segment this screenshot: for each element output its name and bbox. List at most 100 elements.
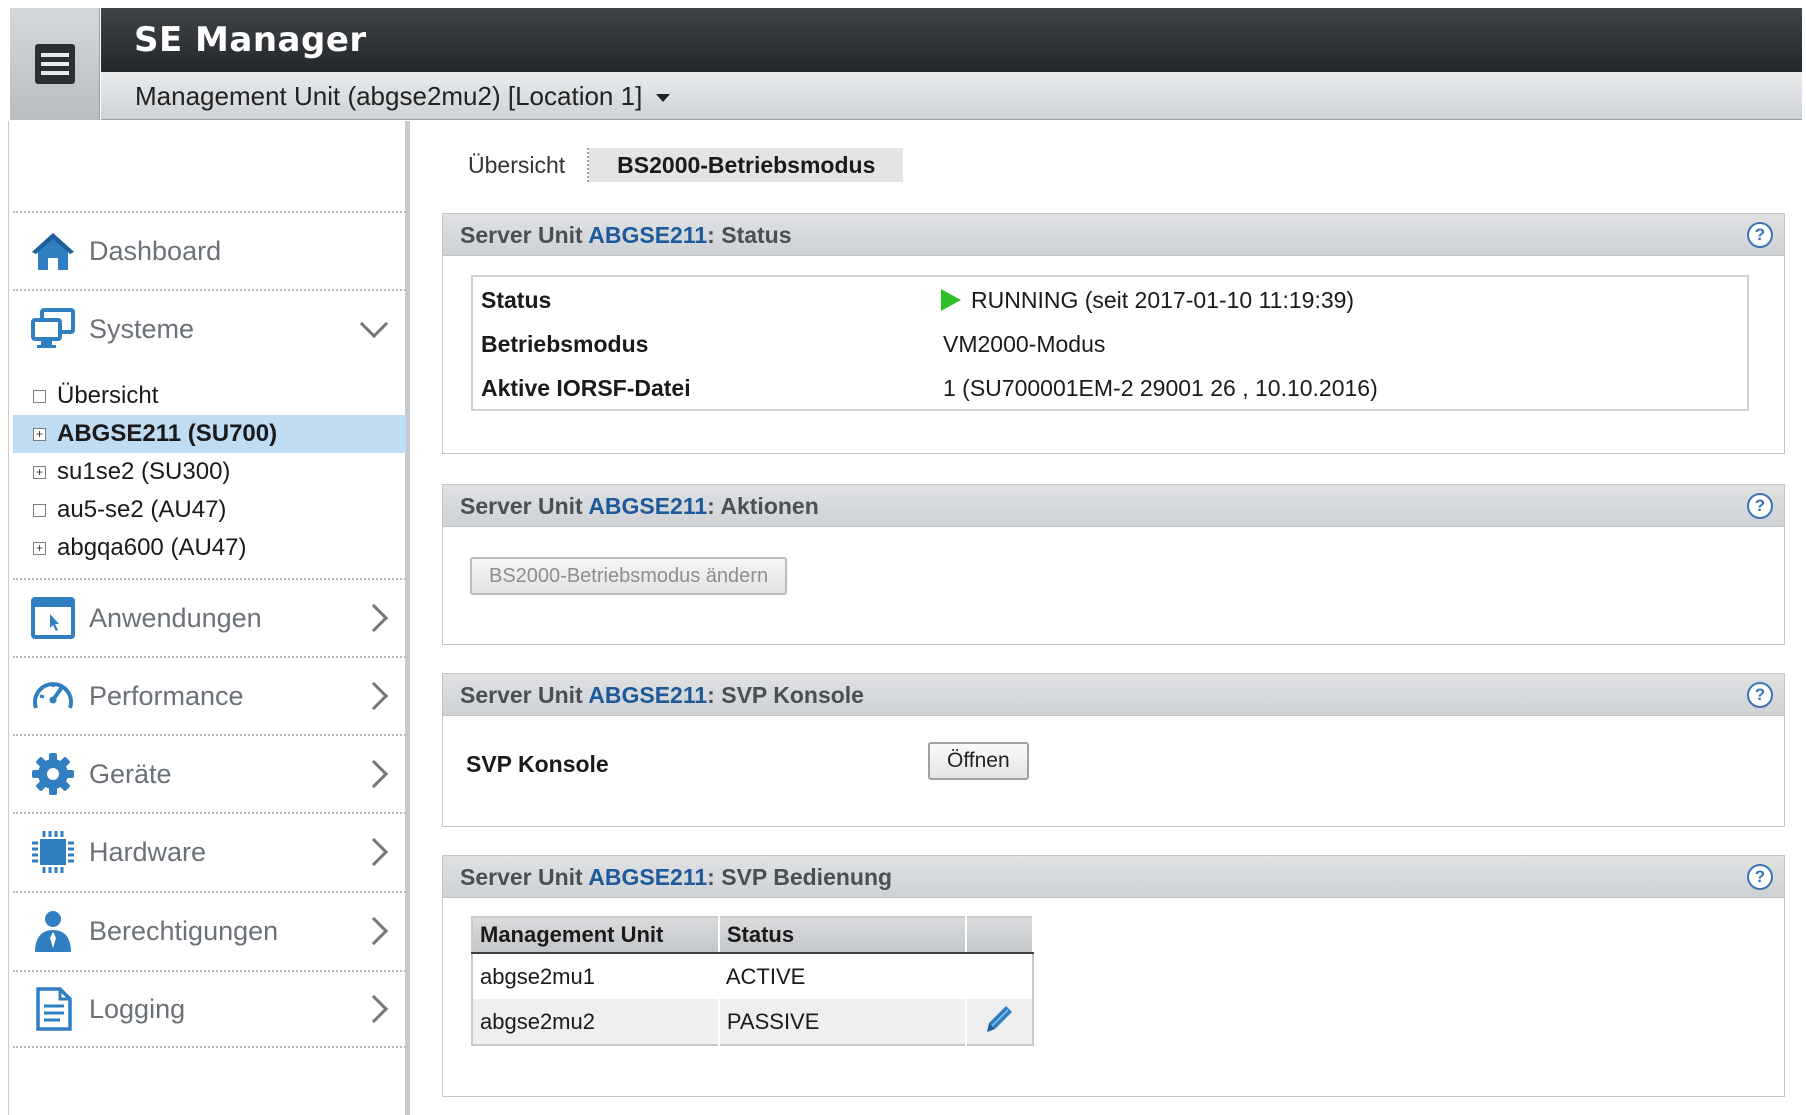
tree-node-icon [33, 389, 46, 403]
betriebsmodus-key: Betriebsmodus [481, 331, 649, 357]
table-row[interactable]: abgse2mu2 PASSIVE [472, 999, 1033, 1045]
tree-item-label: Übersicht [57, 382, 159, 409]
chip-icon [29, 828, 77, 876]
server-unit-link[interactable]: ABGSE211 [588, 682, 707, 708]
column-header-status[interactable]: Status [718, 917, 967, 954]
tab-bs2000-betriebsmodus[interactable]: BS2000-Betriebsmodus [589, 148, 904, 182]
status-running-text: RUNNING (seit 2017-01-10 11:19:39) [971, 287, 1355, 313]
svp-console-panel-header: Server Unit ABGSE211: SVP Konsole ? [443, 674, 1784, 716]
nav-systeme-label: Systeme [89, 313, 195, 344]
betriebsmodus-value: VM2000-Modus [943, 331, 1106, 357]
status-key: Status [481, 287, 552, 313]
menu-icon [34, 44, 75, 84]
status-panel: Server Unit ABGSE211: Status ? Status RU… [442, 213, 1785, 454]
chevron-right-icon [359, 681, 389, 711]
management-unit-table: Management Unit Status abgse2mu1 ACTIVE … [471, 916, 1035, 1046]
tree-item-label: au5-se2 (AU47) [57, 496, 227, 523]
user-icon [29, 907, 77, 955]
table-header-row: Management Unit Status [472, 917, 1035, 954]
sidebar: Dashboard Systeme Übersicht + ABGSE211 (… [8, 121, 410, 1115]
panel-title: Status [721, 222, 792, 248]
chevron-right-icon [359, 603, 389, 633]
application-window-icon [29, 594, 77, 642]
server-unit-link[interactable]: ABGSE211 [588, 493, 707, 519]
cell-status: ACTIVE [725, 963, 806, 989]
change-operating-mode-button[interactable]: BS2000-Betriebsmodus ändern [470, 557, 788, 595]
server-unit-link[interactable]: ABGSE211 [588, 864, 707, 890]
column-header-management-unit[interactable]: Management Unit [472, 917, 720, 954]
svp-console-label: SVP Konsole [466, 751, 609, 777]
management-unit-selector[interactable]: Management Unit (abgse2mu2) [Location 1] [101, 72, 1802, 120]
edit-pencil-icon[interactable] [984, 1004, 1014, 1040]
tree-item-label: su1se2 (SU300) [57, 458, 231, 485]
tree-item-su1se2[interactable]: + su1se2 (SU300) [13, 453, 406, 491]
panel-title: Aktionen [720, 493, 819, 519]
panel-prefix: Server Unit [460, 222, 583, 248]
open-console-button[interactable]: Öffnen [928, 742, 1029, 780]
actions-panel: Server Unit ABGSE211: Aktionen ? BS2000-… [442, 484, 1785, 645]
status-panel-header: Server Unit ABGSE211: Status ? [443, 214, 1784, 256]
tree-node-icon [33, 503, 46, 517]
expand-icon[interactable]: + [33, 427, 46, 441]
chevron-right-icon [359, 837, 389, 867]
iorsf-value: 1 (SU700001EM-2 29001 26 , 10.10.2016) [943, 375, 1378, 401]
status-table: Status RUNNING (seit 2017-01-10 11:19:39… [471, 275, 1749, 411]
document-icon [29, 985, 77, 1033]
monitor-icon [29, 305, 77, 353]
panel-title: SVP Konsole [721, 682, 864, 708]
nav-systeme[interactable]: Systeme [13, 289, 406, 367]
nav-berechtigungen-label: Berechtigungen [89, 915, 279, 946]
management-unit-label: Management Unit (abgse2mu2) [Location 1] [135, 81, 643, 111]
panel-prefix: Server Unit [460, 493, 583, 519]
table-row[interactable]: abgse2mu1 ACTIVE [472, 953, 1033, 999]
help-icon[interactable]: ? [1747, 493, 1773, 519]
cell-unit: abgse2mu1 [480, 963, 595, 989]
chevron-right-icon [359, 759, 389, 789]
nav-geraete-label: Geräte [89, 758, 172, 789]
tree-item-label: ABGSE211 (SU700) [57, 420, 278, 447]
chevron-down-icon [359, 309, 389, 339]
gauge-icon [29, 672, 77, 720]
nav-hardware-label: Hardware [89, 836, 207, 867]
svp-console-panel: Server Unit ABGSE211: SVP Konsole ? SVP … [442, 673, 1785, 827]
nav-berechtigungen[interactable]: Berechtigungen [13, 891, 406, 969]
gear-icon [29, 750, 77, 798]
server-unit-link[interactable]: ABGSE211 [588, 222, 707, 248]
nav-dashboard[interactable]: Dashboard [13, 211, 406, 289]
tree-item-au5-se2[interactable]: au5-se2 (AU47) [13, 491, 406, 529]
panel-title: SVP Bedienung [721, 864, 893, 890]
home-icon [29, 227, 77, 275]
panel-prefix: Server Unit [460, 682, 583, 708]
svp-operation-panel-header: Server Unit ABGSE211: SVP Bedienung ? [443, 856, 1784, 898]
tree-item-abgqa600[interactable]: + abgqa600 (AU47) [13, 529, 406, 567]
iorsf-key: Aktive IORSF-Datei [481, 375, 691, 401]
tab-uebersicht[interactable]: Übersicht [440, 148, 590, 182]
nav-anwendungen-label: Anwendungen [89, 602, 262, 633]
nav-geraete[interactable]: Geräte [13, 734, 406, 812]
nav-logging-label: Logging [89, 993, 186, 1024]
column-header-actions [965, 917, 1035, 954]
cell-action [966, 953, 1033, 999]
chevron-right-icon [359, 994, 389, 1024]
expand-icon[interactable]: + [33, 465, 46, 479]
nav-dashboard-label: Dashboard [89, 235, 222, 266]
tree-item-uebersicht[interactable]: Übersicht [13, 377, 406, 415]
app-title: SE Manager [101, 8, 1802, 72]
tree-item-abgse211[interactable]: + ABGSE211 (SU700) [13, 415, 406, 453]
running-play-icon [941, 289, 961, 311]
nav-logging[interactable]: Logging [13, 970, 406, 1048]
svp-operation-panel: Server Unit ABGSE211: SVP Bedienung ? Ma… [442, 855, 1785, 1097]
help-icon[interactable]: ? [1747, 864, 1773, 890]
cell-unit: abgse2mu2 [472, 999, 720, 1045]
help-icon[interactable]: ? [1747, 682, 1773, 708]
expand-icon[interactable]: + [33, 541, 46, 555]
help-icon[interactable]: ? [1747, 222, 1773, 248]
tab-bar: Übersicht BS2000-Betriebsmodus [440, 148, 904, 182]
caret-down-icon [656, 94, 671, 103]
nav-hardware[interactable]: Hardware [13, 812, 406, 890]
actions-panel-header: Server Unit ABGSE211: Aktionen ? [443, 485, 1784, 527]
nav-anwendungen[interactable]: Anwendungen [13, 578, 406, 656]
nav-performance[interactable]: Performance [13, 656, 406, 734]
main-menu-button[interactable] [10, 8, 100, 120]
panel-prefix: Server Unit [460, 864, 583, 890]
